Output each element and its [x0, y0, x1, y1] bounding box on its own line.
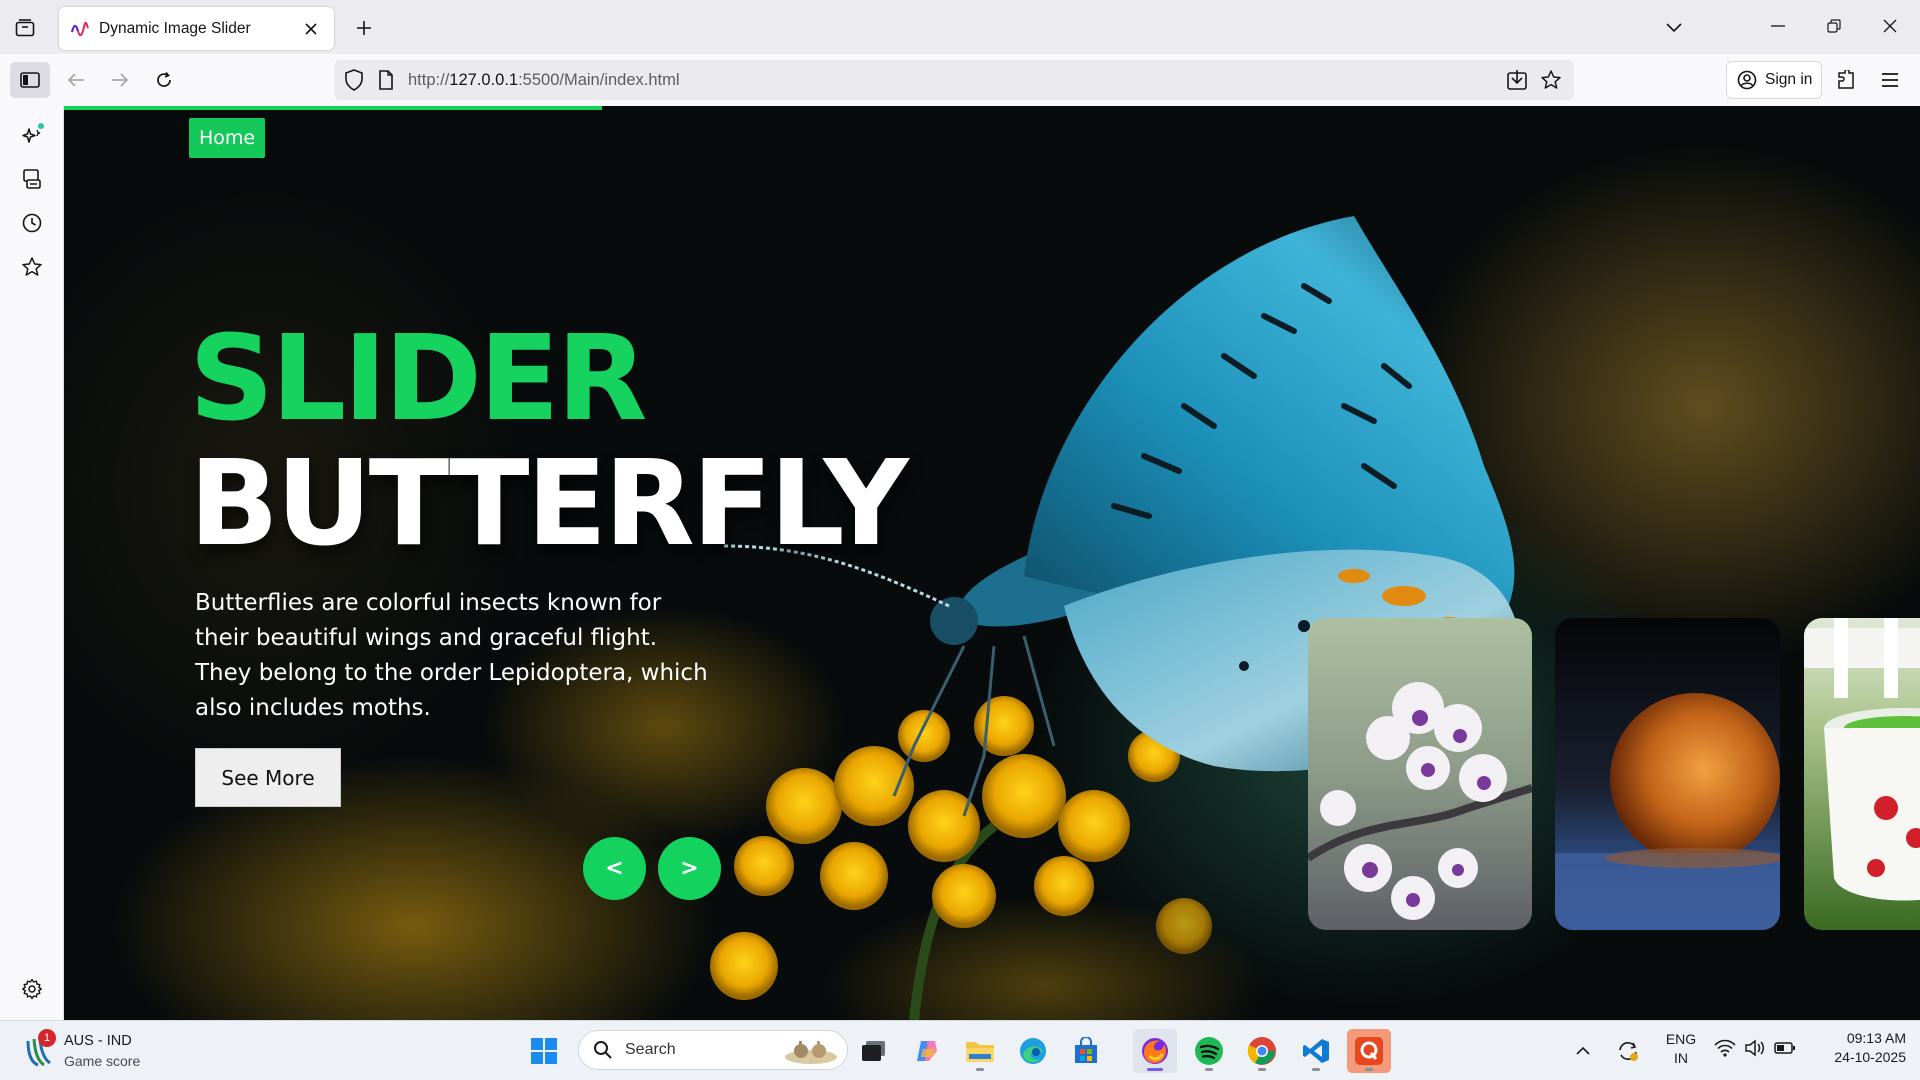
weather-widget[interactable]: 1 AUS - IND Game score	[22, 1029, 182, 1073]
synced-tabs-icon[interactable]	[17, 164, 47, 194]
start-icon[interactable]	[522, 1029, 566, 1073]
back-icon[interactable]	[58, 62, 94, 98]
reload-icon[interactable]	[146, 62, 182, 98]
language-top: ENG	[1665, 1031, 1697, 1047]
sign-in-label: Sign in	[1765, 71, 1813, 88]
url-bar[interactable]: http://127.0.0.1:5500/Main/index.html	[334, 60, 1574, 100]
running-indicator	[1258, 1068, 1266, 1071]
volume-icon	[1744, 1039, 1766, 1057]
qa-app-icon[interactable]	[1347, 1029, 1391, 1073]
url-prefix: http://	[408, 70, 450, 89]
new-tab-icon[interactable]	[348, 12, 380, 44]
page-icon[interactable]	[378, 70, 394, 90]
history-icon[interactable]	[17, 208, 47, 238]
thumbnail-cup-on-grass[interactable]	[1804, 618, 1920, 930]
tab-title: Dynamic Image Slider	[99, 19, 251, 37]
taskbar: 1 AUS - IND Game score Search ENG IN 09:…	[0, 1020, 1920, 1080]
clock[interactable]: 09:13 AM 24-10-2025	[1806, 1030, 1906, 1065]
widget-title: AUS - IND	[64, 1033, 132, 1049]
star-icon[interactable]	[1540, 69, 1562, 91]
minimize-icon[interactable]	[1758, 8, 1798, 44]
battery-icon	[1774, 1039, 1796, 1057]
active-tab[interactable]: Dynamic Image Slider	[59, 7, 334, 50]
slide-progress-bar	[64, 106, 603, 110]
chrome-icon[interactable]	[1240, 1029, 1284, 1073]
firefox-icon[interactable]	[1133, 1029, 1177, 1073]
menu-icon[interactable]	[1872, 62, 1908, 98]
web-page: Home SLIDER BUTTERFLY Butterflies are co…	[64, 106, 1920, 1020]
running-indicator	[1312, 1068, 1320, 1071]
shield-icon[interactable]	[344, 69, 364, 91]
search-highlight-icon	[783, 1037, 839, 1065]
url-text[interactable]: http://127.0.0.1:5500/Main/index.html	[408, 71, 680, 90]
vscode-icon[interactable]	[1294, 1029, 1338, 1073]
thumbnail-frozen-bubble[interactable]	[1555, 618, 1780, 930]
bookmarks-icon[interactable]	[17, 252, 47, 282]
see-more-button[interactable]: See More	[195, 748, 341, 807]
close-tab-icon[interactable]	[300, 18, 322, 40]
browser-sidebar	[0, 106, 64, 1020]
edge-icon[interactable]	[1011, 1029, 1055, 1073]
settings-icon[interactable]	[17, 974, 47, 1004]
copilot-icon[interactable]	[905, 1029, 949, 1073]
list-all-tabs-icon[interactable]	[1658, 12, 1690, 44]
forward-icon[interactable]	[102, 62, 138, 98]
next-button[interactable]: >	[658, 837, 721, 900]
language-indicator[interactable]: ENG IN	[1661, 1031, 1701, 1066]
language-bottom: IN	[1674, 1050, 1688, 1066]
url-host: 127.0.0.1	[449, 70, 519, 89]
clock-time: 09:13 AM	[1846, 1030, 1906, 1046]
show-hidden-icons[interactable]	[1568, 1029, 1598, 1073]
slide-title: SLIDER	[189, 309, 647, 447]
extensions-icon[interactable]	[1828, 62, 1864, 98]
slide-description: Butterflies are colorful insects known f…	[195, 590, 708, 721]
tab-list-icon[interactable]	[8, 12, 42, 44]
thumbnail-flowers[interactable]	[1308, 618, 1532, 930]
close-icon[interactable]	[1870, 8, 1910, 44]
running-indicator	[1365, 1068, 1373, 1071]
spotify-icon[interactable]	[1187, 1029, 1231, 1073]
tab-bar: Dynamic Image Slider	[0, 0, 1920, 54]
running-indicator	[1205, 1068, 1213, 1071]
search-placeholder: Search	[625, 1041, 676, 1058]
restore-icon[interactable]	[1814, 8, 1854, 44]
widget-badge: 1	[38, 1029, 56, 1047]
sync-icon[interactable]	[1610, 1029, 1646, 1073]
home-button[interactable]: Home	[189, 118, 266, 158]
active-indicator	[1147, 1068, 1163, 1071]
taskbar-search[interactable]: Search	[578, 1030, 848, 1070]
ai-chatbot-icon[interactable]	[17, 120, 47, 150]
slide-topic: BUTTERFLY	[189, 434, 909, 572]
file-explorer-icon[interactable]	[958, 1029, 1002, 1073]
clock-date: 24-10-2025	[1834, 1049, 1906, 1065]
store-icon[interactable]	[1064, 1029, 1108, 1073]
sign-in-button[interactable]: Sign in	[1726, 61, 1822, 99]
quick-settings[interactable]	[1714, 1039, 1796, 1057]
widget-subtitle: Game score	[64, 1053, 141, 1069]
site-favicon	[71, 21, 89, 36]
download-icon[interactable]	[1506, 69, 1528, 91]
running-indicator	[976, 1068, 984, 1071]
search-icon	[593, 1040, 613, 1060]
sidebar-icon[interactable]	[10, 62, 50, 98]
nav-bar: http://127.0.0.1:5500/Main/index.html Si…	[0, 54, 1920, 106]
task-view-icon[interactable]	[852, 1029, 896, 1073]
wifi-icon	[1714, 1039, 1736, 1057]
account-icon	[1737, 70, 1757, 90]
prev-button[interactable]: <	[583, 837, 646, 900]
url-rest: :5500/Main/index.html	[518, 70, 680, 89]
